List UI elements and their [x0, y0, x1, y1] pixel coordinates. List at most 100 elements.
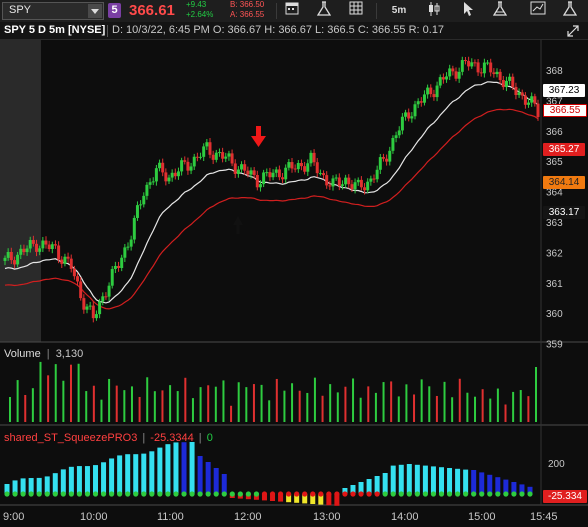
grid-settings-icon[interactable] [346, 1, 366, 20]
candle [299, 159, 303, 171]
candle [372, 174, 376, 183]
sell-signal-arrow-icon [251, 126, 266, 147]
squeeze-bar [109, 458, 115, 494]
volume-bar [458, 378, 461, 422]
candle [164, 168, 168, 186]
candle [69, 254, 73, 273]
squeeze-dot [294, 491, 300, 497]
squeeze-dot [141, 491, 147, 497]
volume-bar [108, 378, 111, 422]
squeeze-dot [205, 491, 211, 497]
time-axis[interactable]: 9:00 10:00 11:00 12:00 13:00 14:00 15:00 15:45 [3, 511, 558, 523]
candle [113, 261, 117, 274]
volume-value: 3,130 [55, 348, 84, 360]
volume-bar [527, 396, 530, 422]
candle [243, 160, 247, 175]
squeeze-bar [455, 468, 461, 494]
squeeze-bar [390, 465, 396, 494]
squeeze-dot [406, 491, 412, 497]
last-price: 366.61 [129, 2, 175, 19]
candle [123, 244, 127, 262]
calendar-icon[interactable] [282, 1, 302, 20]
candle [520, 89, 524, 100]
squeeze-bar [133, 454, 139, 494]
candle [284, 164, 288, 184]
candle [265, 168, 269, 177]
candle [221, 147, 225, 163]
main-toolbar: SPY 5 366.61 +9.43 +2.64% B: 366.50 A: 3… [0, 0, 588, 23]
squeeze-dot [109, 491, 115, 497]
volume-bar [352, 378, 355, 422]
volume-bar [435, 395, 438, 422]
cursor-arrow-icon[interactable] [458, 1, 478, 20]
squeeze-bar [101, 462, 107, 494]
tools-icon[interactable] [560, 1, 580, 20]
expand-diagonal-icon[interactable] [566, 24, 580, 38]
drawing-tools-icon[interactable] [490, 1, 510, 20]
candle [404, 109, 408, 121]
chart-title[interactable]: SPY 5 D 5m [NYSE] [4, 24, 105, 36]
volume-bar [85, 391, 88, 422]
volume-bar [519, 390, 522, 422]
squeeze-bar [165, 444, 171, 494]
squeeze-dot [92, 491, 99, 497]
dark-price-tag: 363.17 [543, 206, 585, 219]
volume-bar [336, 392, 339, 422]
style-settings-icon[interactable] [528, 1, 548, 20]
candle [457, 67, 461, 83]
candlestick-style-icon[interactable] [424, 1, 444, 20]
candle [104, 292, 108, 300]
candle [217, 148, 221, 157]
timeframe-button[interactable]: 5m [386, 1, 412, 20]
volume-bar [92, 385, 95, 422]
volume-bar [191, 398, 194, 422]
squeeze-dot [197, 491, 203, 497]
squeeze-bar [52, 473, 58, 494]
squeeze-bar [157, 447, 163, 494]
squeeze-dot [117, 491, 123, 497]
volume-bar [428, 386, 431, 422]
candle [486, 60, 490, 66]
link-group-badge[interactable]: 5 [108, 3, 121, 18]
study-title[interactable]: shared_ST_SqueezePRO3 [4, 432, 137, 444]
candle [268, 167, 272, 182]
candle [347, 174, 351, 189]
candle [435, 81, 439, 102]
time-tick-label: 10:00 [80, 511, 108, 523]
candle [63, 253, 67, 267]
time-tick-label: 9:00 [3, 511, 24, 523]
candle [315, 157, 319, 178]
squeeze-bar [76, 466, 82, 494]
squeeze-dot [173, 491, 179, 497]
volume-bar [207, 385, 210, 422]
candle [318, 169, 322, 176]
volume-bar [535, 367, 537, 422]
chevron-down-icon[interactable] [88, 4, 102, 18]
squeeze-bar [438, 467, 444, 494]
candle [454, 67, 458, 82]
price-tick-label: 368 [546, 66, 563, 77]
volume-bar [496, 388, 499, 422]
volume-bar [405, 384, 408, 422]
symbol-selector[interactable]: SPY [2, 2, 104, 20]
squeeze-bar [68, 466, 74, 494]
squeeze-bar [422, 465, 428, 494]
volume-bar [397, 396, 400, 422]
candle [413, 100, 417, 120]
volume-bar [481, 389, 484, 422]
candle [385, 154, 389, 166]
squeeze-bar [60, 469, 66, 494]
candle [306, 159, 310, 176]
studies-flask-icon[interactable] [314, 1, 334, 20]
candle [530, 92, 534, 107]
squeeze-dot [438, 491, 445, 497]
candle [419, 97, 423, 107]
candle [183, 156, 187, 165]
squeeze-dot [471, 491, 477, 497]
squeeze-bar [414, 464, 420, 494]
chart-canvas[interactable]: 368367366365364363362361360359 9:00 10:00… [0, 40, 588, 527]
volume-title[interactable]: Volume [4, 348, 41, 360]
candle [208, 138, 212, 159]
candle [290, 157, 294, 173]
candle [460, 56, 464, 76]
